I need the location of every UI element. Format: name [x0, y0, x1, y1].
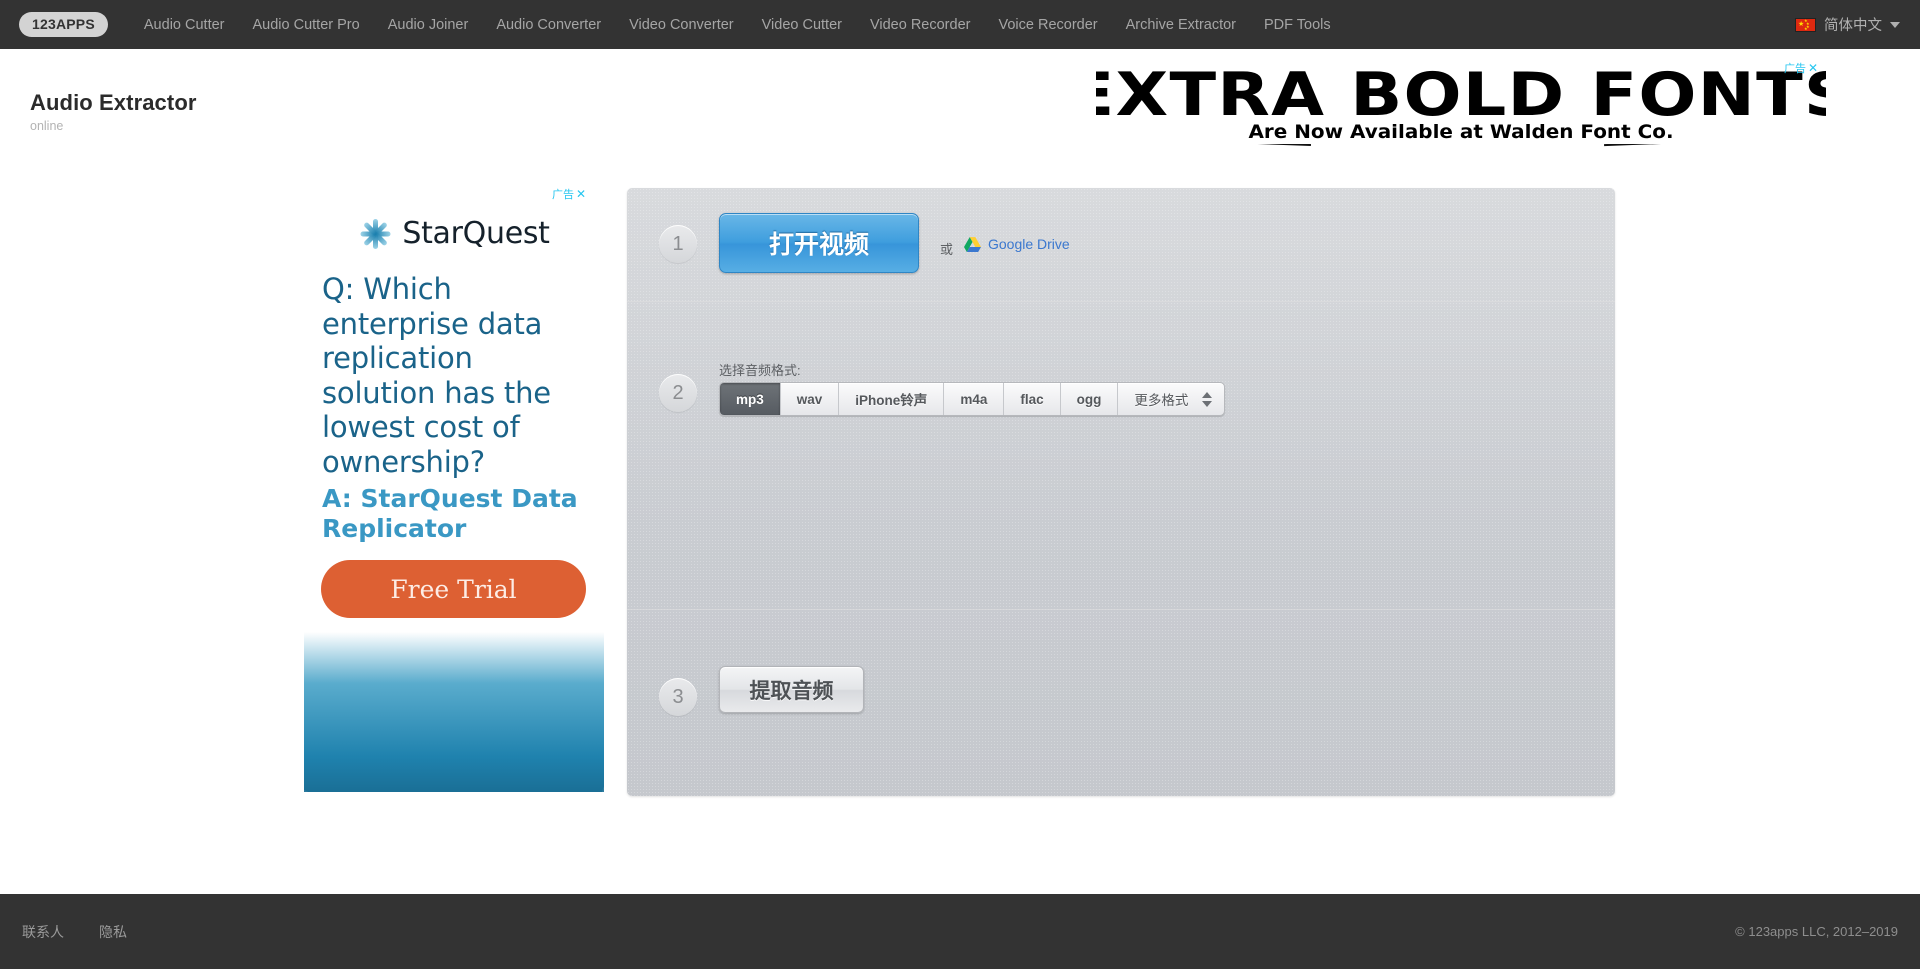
- close-icon: ✕: [1808, 61, 1819, 75]
- language-selector[interactable]: ★ ★ ★ ★ ★ 简体中文: [1795, 0, 1900, 49]
- side-ad-answer-text: StarQuest Data Replicator: [322, 484, 578, 543]
- format-tab-m4a[interactable]: m4a: [944, 383, 1005, 415]
- step-3-extract: 3 提取音频: [627, 610, 1615, 796]
- side-ad-logo-row: StarQuest: [304, 216, 604, 251]
- side-ad-question: Q: Which enterprise data replication sol…: [322, 272, 551, 479]
- footer-link-contact[interactable]: 联系人: [22, 922, 64, 942]
- audio-extractor-panel: 1 打开视频 或 Google Drive 2 选择音频格式: mp3 wav …: [627, 188, 1615, 796]
- nav-item-audio-converter[interactable]: Audio Converter: [482, 17, 615, 33]
- top-banner-ad[interactable]: EXTRA BOLD FONTS Are Now Available at Wa…: [1096, 62, 1826, 154]
- or-separator-label: 或: [940, 242, 954, 257]
- side-ad-answer: A: StarQuest Data Replicator: [322, 484, 594, 544]
- language-label: 简体中文: [1824, 18, 1882, 34]
- cn-flag-icon: ★ ★ ★ ★ ★: [1795, 17, 1816, 32]
- audio-format-tabs: mp3 wav iPhone铃声 m4a flac ogg 更多格式: [719, 382, 1226, 416]
- format-tab-ogg[interactable]: ogg: [1061, 383, 1119, 415]
- open-video-button[interactable]: 打开视频: [719, 213, 919, 273]
- google-drive-link[interactable]: Google Drive: [964, 236, 1070, 252]
- side-ad-background-art: [304, 632, 604, 792]
- step-1-number: 1: [659, 225, 697, 263]
- nav-item-audio-cutter-pro[interactable]: Audio Cutter Pro: [239, 17, 374, 33]
- starburst-icon: [358, 217, 392, 251]
- side-ad-brand-name: StarQuest: [402, 216, 550, 251]
- chevron-down-icon: [1890, 21, 1900, 28]
- extract-audio-button[interactable]: 提取音频: [719, 666, 864, 713]
- step-2-number: 2: [659, 374, 697, 412]
- side-ad-answer-lead: A:: [322, 484, 361, 513]
- side-ad-close-button[interactable]: 广告 ✕: [552, 186, 586, 202]
- side-ad-starquest[interactable]: StarQuest Q: Which enterprise data repli…: [304, 192, 604, 792]
- format-tab-mp3[interactable]: mp3: [720, 383, 781, 415]
- nav-item-video-cutter[interactable]: Video Cutter: [748, 17, 856, 33]
- more-formats-label: 更多格式: [1134, 393, 1189, 408]
- nav-links: Audio Cutter Audio Cutter Pro Audio Join…: [130, 17, 1345, 33]
- format-tab-wav[interactable]: wav: [781, 383, 840, 415]
- banner-ad-subline: Are Now Available at Walden Font Co.: [1096, 120, 1826, 144]
- nav-item-audio-joiner[interactable]: Audio Joiner: [374, 17, 483, 33]
- nav-item-audio-cutter[interactable]: Audio Cutter: [130, 17, 239, 33]
- format-tab-iphone-ringtone[interactable]: iPhone铃声: [839, 383, 945, 415]
- google-drive-icon: [964, 236, 981, 252]
- brand-logo-123apps[interactable]: 123APPS: [19, 12, 108, 37]
- footer-link-privacy[interactable]: 隐私: [99, 922, 127, 942]
- google-drive-label: Google Drive: [988, 236, 1070, 252]
- nav-item-video-converter[interactable]: Video Converter: [615, 17, 748, 33]
- nav-item-video-recorder[interactable]: Video Recorder: [856, 17, 985, 33]
- nav-item-voice-recorder[interactable]: Voice Recorder: [984, 17, 1111, 33]
- page-title: Audio Extractor: [30, 90, 197, 115]
- top-navigation-bar: 123APPS Audio Cutter Audio Cutter Pro Au…: [0, 0, 1920, 49]
- step-2-select-format: 2 选择音频格式: mp3 wav iPhone铃声 m4a flac ogg …: [627, 302, 1615, 609]
- nav-item-pdf-tools[interactable]: PDF Tools: [1250, 17, 1345, 33]
- more-formats-dropdown[interactable]: 更多格式: [1118, 383, 1224, 415]
- format-label: 选择音频格式:: [719, 363, 801, 378]
- page-footer: 联系人 隐私 © 123apps LLC, 2012–2019: [0, 894, 1920, 969]
- banner-ad-close-button[interactable]: 广告 ✕: [1784, 60, 1818, 76]
- banner-ad-headline: EXTRA BOLD FONTS: [1096, 62, 1826, 130]
- footer-copyright: © 123apps LLC, 2012–2019: [1735, 924, 1898, 939]
- step-1-open-video: 1 打开视频 或 Google Drive: [627, 188, 1615, 301]
- page-subtitle: online: [30, 119, 64, 133]
- side-ad-free-trial-button[interactable]: Free Trial: [321, 560, 586, 618]
- format-tab-flac[interactable]: flac: [1004, 383, 1061, 415]
- nav-item-archive-extractor[interactable]: Archive Extractor: [1112, 17, 1250, 33]
- spinner-updown-icon: [1202, 391, 1213, 407]
- step-3-number: 3: [659, 678, 697, 716]
- footer-links: 联系人 隐私: [22, 922, 127, 942]
- close-icon: ✕: [576, 187, 587, 201]
